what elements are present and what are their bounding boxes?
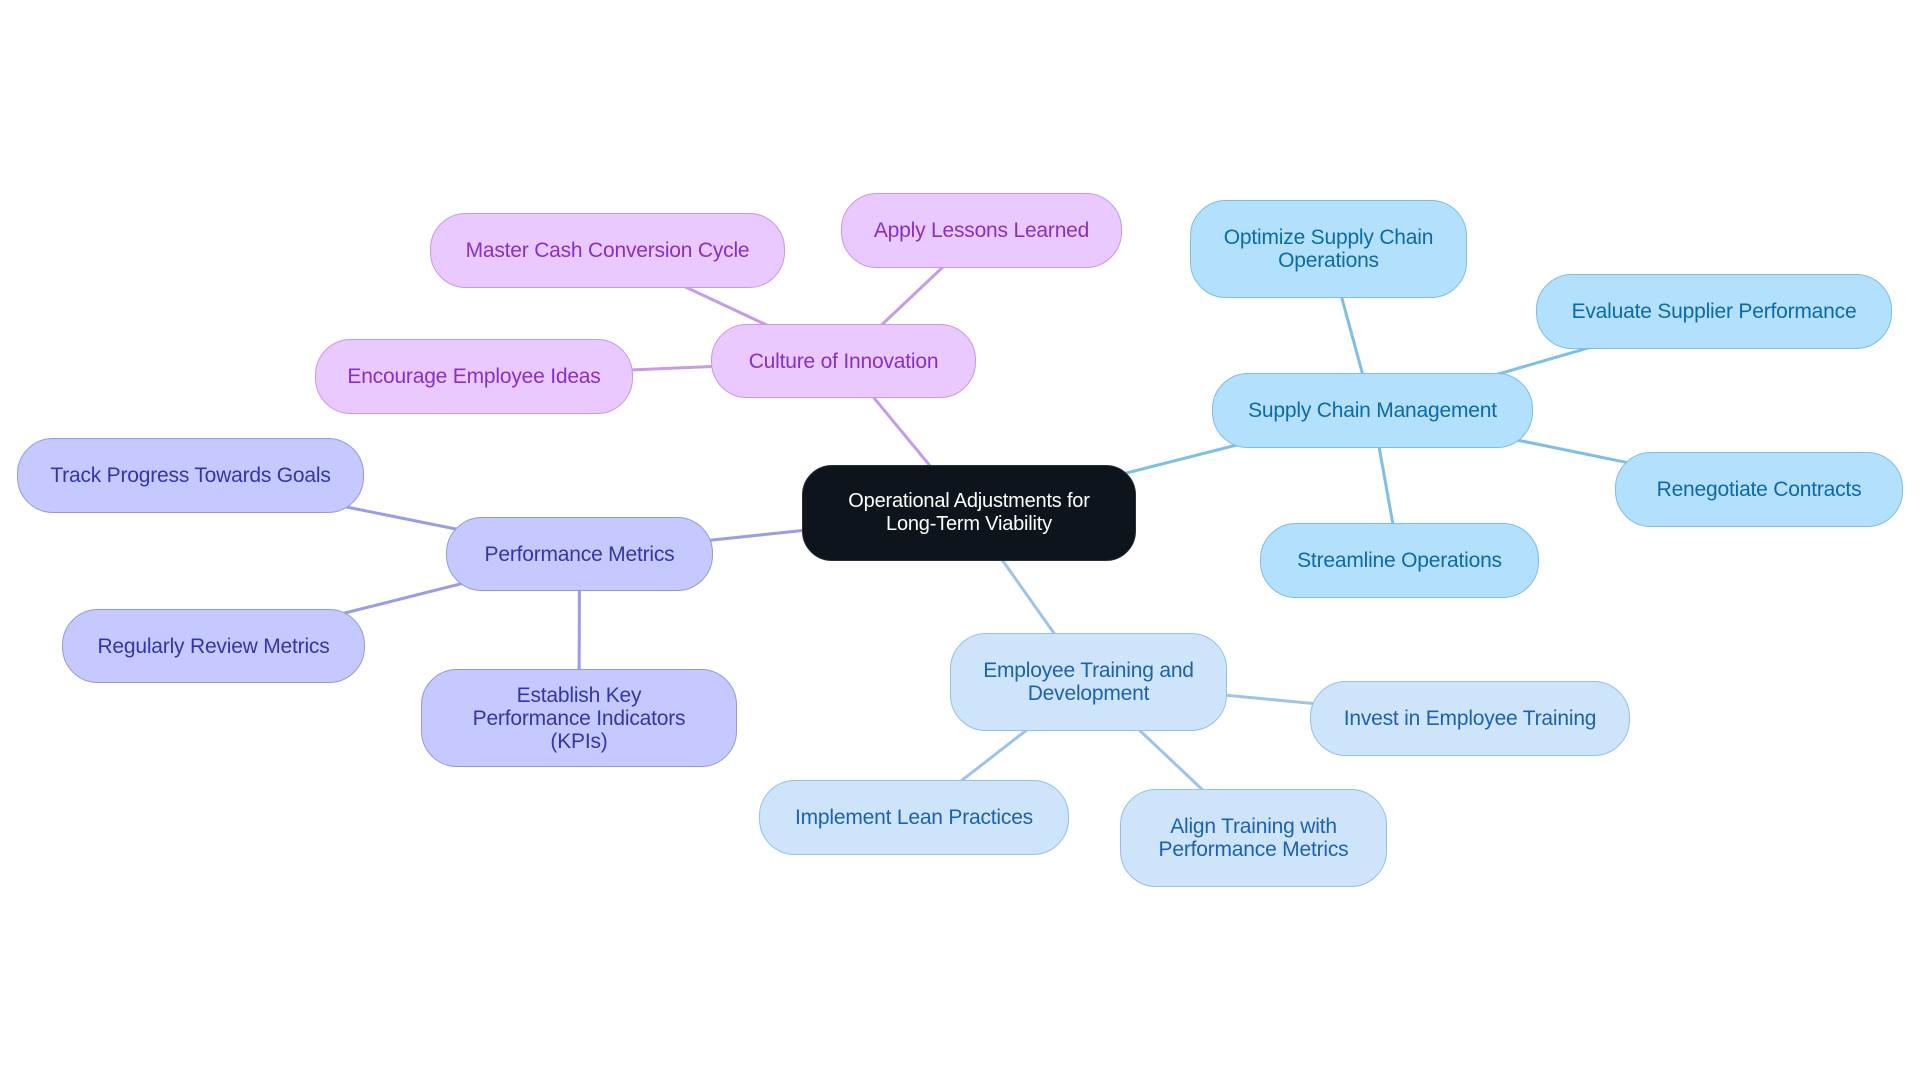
leaf-node-renegotiate-contracts[interactable]: Renegotiate Contracts	[1615, 452, 1903, 527]
leaf-node-apply-lessons-learned[interactable]: Apply Lessons Learned	[841, 193, 1122, 268]
root-node[interactable]: Operational Adjustments for Long-Term Vi…	[802, 465, 1136, 561]
leaf-node-label: Establish Key Performance Indicators (KP…	[472, 683, 686, 753]
leaf-node-label: Renegotiate Contracts	[1656, 478, 1862, 501]
branch-node-culture-of-innovation[interactable]: Culture of Innovation	[711, 324, 976, 398]
leaf-node-track-progress-towards-goals[interactable]: Track Progress Towards Goals	[17, 438, 364, 513]
leaf-node-evaluate-supplier-performance[interactable]: Evaluate Supplier Performance	[1536, 274, 1892, 349]
root-node-label: Operational Adjustments for Long-Term Vi…	[848, 490, 1090, 535]
branch-node-label: Employee Training and Development	[983, 659, 1194, 705]
leaf-node-invest-in-employee-training[interactable]: Invest in Employee Training	[1310, 681, 1630, 756]
leaf-node-optimize-supply-chain-operations[interactable]: Optimize Supply Chain Operations	[1190, 200, 1467, 298]
leaf-node-establish-kpis[interactable]: Establish Key Performance Indicators (KP…	[421, 669, 737, 767]
leaf-node-label: Streamline Operations	[1297, 549, 1502, 572]
leaf-node-implement-lean-practices[interactable]: Implement Lean Practices	[759, 780, 1069, 855]
branch-node-employee-training-and-development[interactable]: Employee Training and Development	[950, 633, 1227, 731]
leaf-node-label: Regularly Review Metrics	[97, 634, 330, 658]
branch-node-label: Performance Metrics	[484, 542, 675, 566]
leaf-node-label: Track Progress Towards Goals	[50, 464, 331, 487]
leaf-node-label: Apply Lessons Learned	[873, 219, 1090, 242]
branch-node-label: Supply Chain Management	[1248, 399, 1497, 422]
leaf-node-label: Optimize Supply Chain Operations	[1223, 226, 1434, 272]
branch-node-supply-chain-management[interactable]: Supply Chain Management	[1212, 373, 1533, 448]
leaf-node-label: Encourage Employee Ideas	[347, 365, 601, 388]
branch-node-label: Culture of Innovation	[748, 349, 939, 373]
leaf-node-streamline-operations[interactable]: Streamline Operations	[1260, 523, 1539, 598]
leaf-node-label: Evaluate Supplier Performance	[1571, 300, 1857, 323]
leaf-node-regularly-review-metrics[interactable]: Regularly Review Metrics	[62, 609, 365, 683]
leaf-node-label: Implement Lean Practices	[795, 806, 1033, 829]
leaf-node-master-cash-conversion-cycle[interactable]: Master Cash Conversion Cycle	[430, 213, 785, 288]
leaf-node-encourage-employee-ideas[interactable]: Encourage Employee Ideas	[315, 339, 633, 414]
leaf-node-label: Master Cash Conversion Cycle	[465, 239, 750, 262]
leaf-node-label: Align Training with Performance Metrics	[1158, 815, 1349, 861]
branch-node-performance-metrics[interactable]: Performance Metrics	[446, 517, 713, 591]
leaf-node-align-training-with-performance-metrics[interactable]: Align Training with Performance Metrics	[1120, 789, 1387, 887]
leaf-node-label: Invest in Employee Training	[1343, 707, 1597, 730]
